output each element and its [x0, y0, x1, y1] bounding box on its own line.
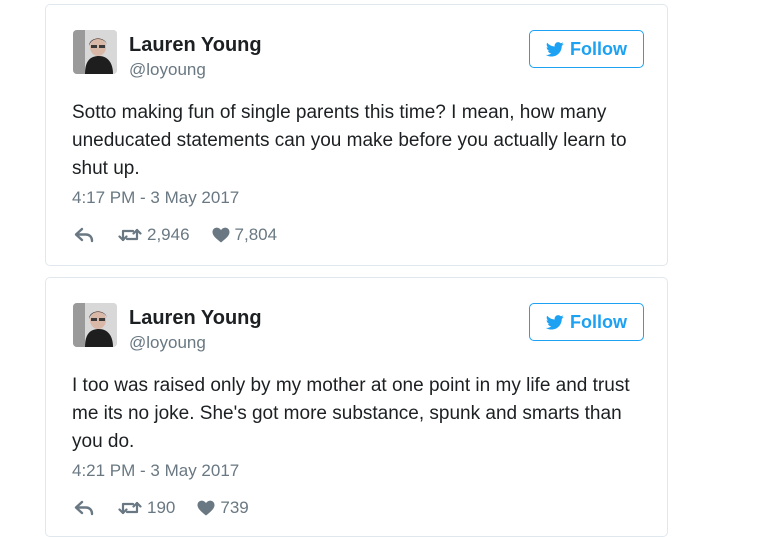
tweet-card: Lauren Young @loyoung Follow Sotto makin… [45, 4, 668, 266]
follow-button[interactable]: Follow [529, 30, 644, 68]
avatar-photo [73, 30, 117, 74]
like-count: 7,804 [234, 225, 278, 244]
twitter-bird-icon [546, 41, 564, 57]
tweet-card: Lauren Young @loyoung Follow I too was r… [45, 277, 668, 537]
tweet-text: I too was raised only by my mother at on… [72, 375, 630, 452]
reply-arrow-icon [74, 227, 94, 243]
heart-icon [212, 227, 230, 243]
author-handle[interactable]: @loyoung [129, 59, 206, 81]
retweet-button[interactable]: 2,946 [118, 225, 190, 245]
retweet-button[interactable]: 190 [118, 498, 175, 518]
retweet-icon [118, 501, 142, 515]
author-handle[interactable]: @loyoung [129, 332, 206, 354]
reply-button[interactable] [74, 500, 94, 516]
follow-button[interactable]: Follow [529, 303, 644, 341]
tweet-timestamp[interactable]: 4:17 PM - 3 May 2017 [72, 187, 239, 209]
like-button[interactable]: 739 [197, 498, 249, 518]
avatar[interactable] [73, 303, 117, 347]
twitter-bird-icon [546, 314, 564, 330]
avatar-photo [73, 303, 117, 347]
follow-label: Follow [570, 311, 627, 332]
author-name[interactable]: Lauren Young [129, 33, 262, 57]
avatar[interactable] [73, 30, 117, 74]
tweet-timestamp[interactable]: 4:21 PM - 3 May 2017 [72, 460, 239, 482]
follow-label: Follow [570, 38, 627, 59]
like-count: 739 [220, 498, 249, 517]
retweet-icon [118, 228, 142, 242]
retweet-count: 2,946 [147, 225, 190, 244]
author-name[interactable]: Lauren Young [129, 306, 262, 330]
tweet-text: Sotto making fun of single parents this … [72, 102, 627, 179]
retweet-count: 190 [147, 498, 176, 517]
tweet-actions: 2,946 7,804 [74, 223, 277, 247]
heart-icon [197, 500, 215, 516]
like-button[interactable]: 7,804 [212, 225, 278, 245]
reply-arrow-icon [74, 500, 94, 516]
reply-button[interactable] [74, 227, 94, 243]
tweet-actions: 190 739 [74, 496, 249, 520]
